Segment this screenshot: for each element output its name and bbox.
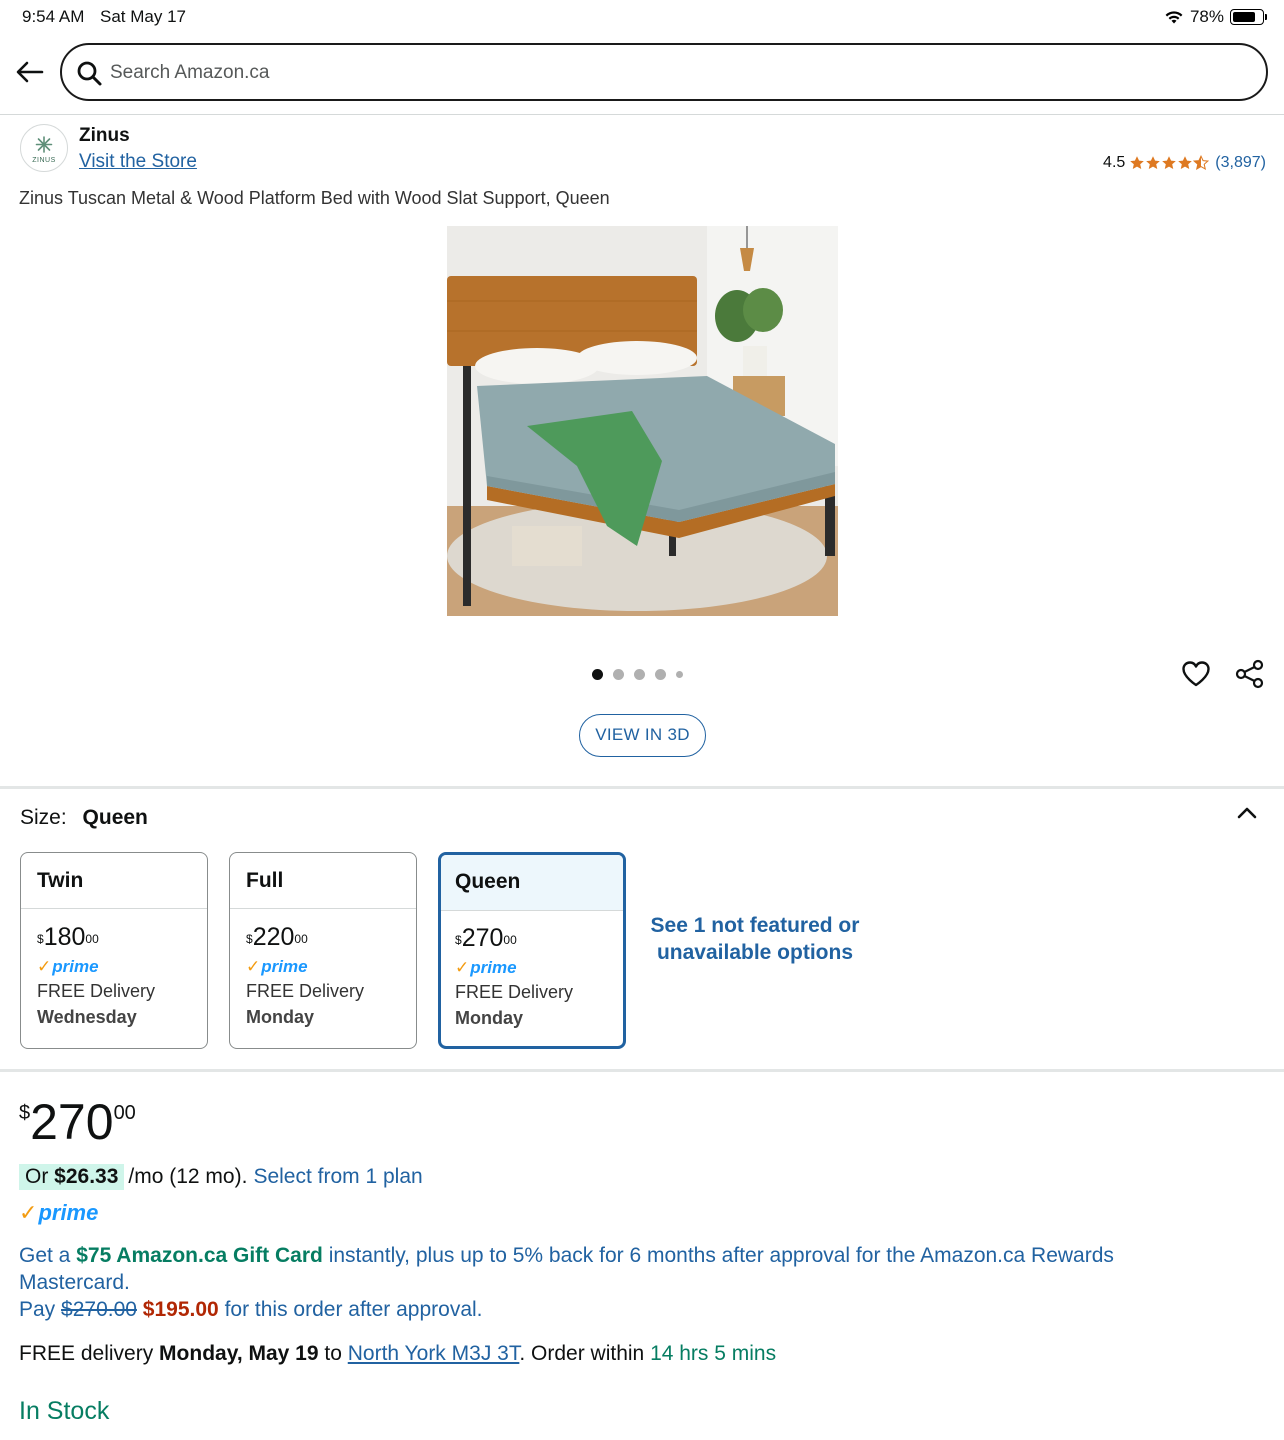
size-option-day: Monday (455, 1008, 524, 1028)
prime-badge: ✓ prime (455, 958, 517, 977)
search-bar[interactable] (60, 43, 1268, 101)
size-option-price: $22000 (246, 923, 308, 951)
section-divider (0, 1069, 1284, 1072)
search-input[interactable] (110, 59, 1210, 87)
star-full-icon (1146, 156, 1161, 169)
delivery-address-link[interactable]: North York M3J 3T (348, 1342, 520, 1365)
zinus-logo-icon (35, 136, 53, 153)
carousel-dot[interactable] (634, 669, 645, 680)
status-indicators: 78% (1164, 7, 1267, 27)
stock-status: In Stock (19, 1397, 110, 1425)
star-full-icon (1162, 156, 1177, 169)
product-image[interactable] (447, 226, 838, 616)
star-full-icon (1130, 156, 1145, 169)
wifi-icon (1165, 11, 1183, 24)
brand-name: Zinus (79, 125, 130, 146)
size-option-delivery: FREE Delivery (37, 981, 156, 1001)
product-price: $ 270 00 (19, 1094, 136, 1150)
prime-badge: ✓ prime (246, 957, 308, 976)
size-label-key: Size: (20, 806, 67, 829)
delivery-info: FREE delivery Monday, May 19 to North Yo… (19, 1342, 777, 1365)
select-plan-link[interactable]: Select from 1 plan (253, 1165, 422, 1189)
carousel-dot[interactable] (592, 669, 603, 680)
star-full-icon (1178, 156, 1193, 169)
size-option-name: Queen (441, 855, 623, 911)
size-label: Size: Queen (20, 806, 148, 830)
size-option-queen[interactable]: Queen $27000 ✓ prime FREE Delivery Monday (438, 852, 626, 1049)
rating-count: (3,897) (1215, 154, 1266, 171)
back-arrow-icon[interactable] (14, 56, 46, 88)
status-date: Sat May 17 (100, 7, 186, 26)
size-selected-value: Queen (82, 806, 148, 829)
battery-percent: 78% (1189, 7, 1224, 26)
star-rating (1129, 155, 1210, 171)
size-option-day: Monday (246, 1007, 315, 1027)
visit-store-link[interactable]: Visit the Store (79, 151, 197, 173)
view-in-3d-button[interactable]: VIEW IN 3D (579, 714, 706, 757)
monthly-term: /mo (12 mo). (128, 1165, 248, 1188)
size-option-price: $18000 (37, 923, 99, 951)
see-unavailable-options-link[interactable]: See 1 not featured or unavailable option… (650, 912, 860, 966)
status-time: 9:54 AM (22, 7, 85, 26)
battery-icon (1230, 9, 1267, 25)
image-carousel-dots[interactable] (592, 669, 683, 680)
section-divider (0, 786, 1284, 789)
monthly-payment: Or $26.33 /mo (12 mo). Select from 1 pla… (19, 1164, 423, 1190)
size-option-name: Full (230, 853, 416, 909)
size-option-delivery: FREE Delivery (455, 982, 574, 1002)
size-option-name: Twin (21, 853, 207, 909)
status-bar: 9:54 AM Sat May 17 78% (0, 0, 1284, 32)
size-option-price: $27000 (455, 924, 517, 952)
size-option-full[interactable]: Full $22000 ✓ prime FREE Delivery Monday (229, 852, 417, 1049)
size-option-twin[interactable]: Twin $18000 ✓ prime FREE Delivery Wednesd… (20, 852, 208, 1049)
header-divider (0, 114, 1284, 115)
prime-badge: ✓ prime (37, 957, 99, 976)
brand-logo-text: ZINUS (32, 157, 56, 164)
size-option-delivery: FREE Delivery (246, 981, 365, 1001)
carousel-dot[interactable] (613, 669, 624, 680)
prime-badge: ✓ prime (19, 1200, 99, 1225)
rating[interactable]: 4.5 (3,897) (1103, 154, 1266, 172)
bed-illustration (447, 226, 838, 616)
rating-value: 4.5 (1103, 154, 1126, 171)
search-icon (77, 61, 102, 86)
heart-icon[interactable] (1180, 658, 1212, 690)
carousel-dot[interactable] (655, 669, 666, 680)
credit-card-offer[interactable]: Get a $75 Amazon.ca Gift Card instantly,… (19, 1242, 1219, 1323)
share-icon[interactable] (1234, 658, 1266, 690)
chevron-up-icon[interactable] (1234, 800, 1260, 826)
search-header (0, 42, 1284, 102)
monthly-badge: Or $26.33 (19, 1164, 125, 1190)
star-half-icon (1193, 155, 1210, 171)
product-title: Zinus Tuscan Metal & Wood Platform Bed w… (19, 188, 610, 208)
carousel-dot[interactable] (676, 671, 683, 678)
brand-logo[interactable]: ZINUS (20, 124, 68, 172)
size-option-day: Wednesday (37, 1007, 137, 1027)
